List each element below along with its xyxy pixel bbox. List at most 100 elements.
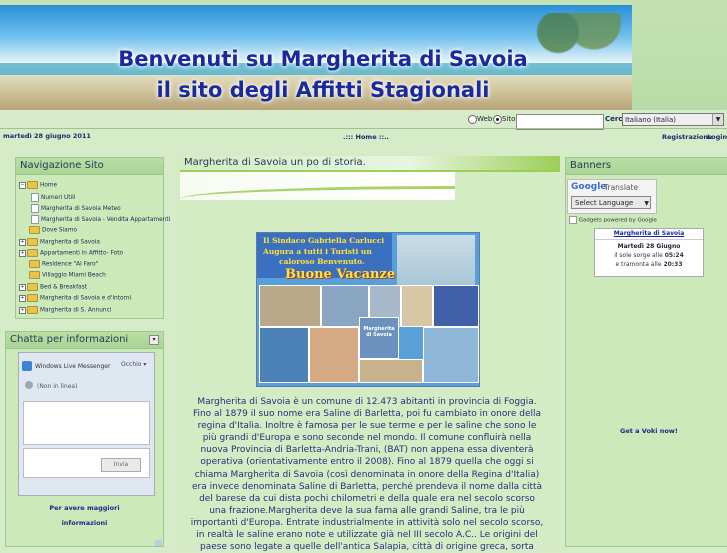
nav-bar: martedì 28 giugno 2011 .::: Home ::.. Re… [0, 132, 727, 146]
panel-title: Chatta per informazioni [6, 332, 163, 349]
gadgets-label: Gadgets powered by Google [578, 217, 657, 224]
tree-item-label: Margherita di Savoia e d'intorni [40, 295, 132, 302]
header-banner: Benvenuti su Margherita di Savoia il sit… [0, 0, 727, 110]
tree-item-label: Appartamenti in Affitto- Foto [40, 250, 124, 257]
tree-item-villaggio[interactable]: Villaggio Miami Beach [29, 271, 106, 280]
language-select-value: Italiano (Italia) [625, 116, 676, 124]
folder-icon [27, 238, 38, 246]
tree-item-margherita[interactable]: + Margherita di Savoia [19, 238, 100, 247]
folder-icon [27, 283, 38, 291]
tree-item-dove-siamo[interactable]: Dove Siamo [29, 226, 77, 235]
tree-item-vendita[interactable]: Margherita di Savoia - Vendita Appartame… [31, 215, 170, 224]
status-dropdown[interactable]: Occhio ▾ [121, 361, 146, 368]
panel-title: Navigazione Sito [16, 158, 163, 175]
sunrise-label: il sole sorge alle [614, 252, 663, 259]
mayor-photo [397, 235, 475, 287]
tree-item-numeri-utili[interactable]: Numeri Utili [31, 193, 75, 202]
tree-item-residence[interactable]: Residence "Al Faro" [29, 260, 98, 269]
expand-toggle-icon[interactable]: + [19, 283, 26, 291]
calendar-date: Martedì 28 Giugno [617, 243, 681, 250]
messenger-widget: Windows Live Messenger Occhio ▾ (Non in … [18, 352, 155, 496]
tree-item-label: Bed & Breakfast [40, 284, 88, 291]
folder-icon [29, 226, 40, 234]
photo-tile [359, 359, 423, 383]
tree-item-bed-breakfast[interactable]: + Bed & Breakfast [19, 283, 87, 292]
poster-line2: Augura a tutti i Turisti un [263, 247, 372, 256]
tree-item-annunci[interactable]: + Margherita di S. Annunci [19, 306, 111, 315]
tree-item-label: Residence "Al Faro" [42, 261, 99, 268]
sunset-label: e tramonta alle [615, 261, 662, 268]
more-info-link[interactable]: Per avere maggiori informazioni [6, 501, 163, 531]
header-divider [0, 128, 727, 129]
sunset-time: 20:33 [663, 261, 683, 268]
login-link[interactable]: Login [707, 133, 727, 141]
tree-item-label: Numeri Utili [41, 195, 76, 201]
decorative-swoosh [180, 172, 455, 200]
language-select[interactable]: Italiano (Italia) ▼ [622, 113, 724, 126]
search-bar: Web Sito Cerca [0, 112, 727, 128]
site-navigation-panel: Navigazione Sito − Home Numeri Utili Marg… [15, 157, 170, 319]
tree-item-label: Villaggio Miami Beach [42, 272, 106, 279]
folder-icon [29, 260, 40, 268]
article-title: Margherita di Savoia un po di storia. [180, 156, 560, 172]
collapse-toggle-icon[interactable]: − [19, 181, 26, 189]
home-link[interactable]: .::: Home ::.. [343, 133, 389, 141]
poster-line1: Il Sindaco Gabriella Carlucci [263, 236, 385, 245]
expand-toggle-icon[interactable]: + [19, 238, 26, 246]
site-title-line1: Benvenuti su Margherita di Savoia [118, 47, 528, 71]
google-logo-icon: Google [571, 182, 607, 192]
chevron-down-icon: ▼ [712, 114, 723, 125]
sun-calendar-widget: Margherita di Savoia Martedì 28 Giugno i… [594, 228, 704, 277]
chat-panel: Chatta per informazioni ▾ Windows Live M… [5, 331, 164, 547]
tree-item-label: Margherita di Savoia [40, 239, 100, 246]
registration-link[interactable]: Registrazione [662, 133, 712, 141]
calendar-title[interactable]: Margherita di Savoia [595, 229, 703, 240]
folder-icon [29, 271, 40, 279]
expand-toggle-icon[interactable]: + [19, 249, 26, 257]
tree-item-home[interactable]: − Home [19, 181, 57, 190]
tree-item-label: Margherita di S. Annunci [40, 307, 112, 314]
current-date: martedì 28 giugno 2011 [3, 132, 91, 140]
tree-item-label: Margherita di Savoia Meteo [41, 206, 121, 212]
site-radio-label: Sito [502, 115, 516, 123]
language-dropdown[interactable]: Select Language ▼ [571, 196, 651, 209]
tree-item-dintorni[interactable]: + Margherita di Savoia e d'intorni [19, 294, 131, 303]
chat-history [23, 401, 150, 445]
expand-toggle-icon[interactable]: + [19, 294, 26, 302]
sunrise-row: il sole sorge alle 05:24 [595, 252, 703, 259]
web-radio[interactable] [468, 115, 477, 124]
folder-open-icon [27, 181, 38, 189]
folder-icon [27, 306, 38, 314]
site-title-line2: il sito degli Affitti Stagionali [156, 78, 490, 102]
sunrise-time: 05:24 [664, 252, 684, 259]
page-icon [31, 215, 39, 224]
voki-link[interactable]: Get a Voki now! [620, 427, 678, 435]
photo-tile [309, 327, 359, 383]
gadgets-footer[interactable]: Gadgets powered by Google [569, 216, 657, 224]
photo-tile [259, 285, 321, 327]
google-translate-widget: Google Translate Select Language ▼ [567, 179, 657, 214]
messenger-label: Windows Live Messenger [35, 363, 111, 370]
page-icon [31, 204, 39, 213]
send-button[interactable]: Invia [101, 458, 141, 472]
tree-item-label: Margherita di Savoia - Vendita Appartame… [41, 217, 171, 223]
site-radio[interactable] [493, 115, 502, 124]
resize-handle-icon[interactable] [155, 540, 162, 546]
collapse-icon[interactable]: ▾ [149, 335, 159, 345]
article-body: Margherita di Savoia è un comune di 12.4… [190, 397, 544, 553]
web-radio-label: Web [477, 115, 493, 123]
status-text: (Non in linea) [37, 383, 78, 390]
mayor-welcome-poster: Il Sindaco Gabriella Carlucci Augura a t… [256, 232, 480, 387]
translate-label: Translate [604, 183, 639, 192]
gadget-icon [569, 216, 577, 224]
folder-icon [27, 249, 38, 257]
photo-tile [423, 327, 479, 383]
messenger-logo-icon [22, 361, 32, 371]
caption-tile: Margherita di Savoia [359, 317, 399, 359]
poster-line3: caloroso Benvenuto. [279, 257, 365, 266]
sunset-row: e tramonta alle 20:33 [595, 261, 703, 268]
folder-icon [27, 294, 38, 302]
tree-item-meteo[interactable]: Margherita di Savoia Meteo [31, 204, 121, 213]
tree-item-appartamenti[interactable]: + Appartamenti in Affitto- Foto [19, 249, 123, 258]
expand-toggle-icon[interactable]: + [19, 306, 26, 314]
